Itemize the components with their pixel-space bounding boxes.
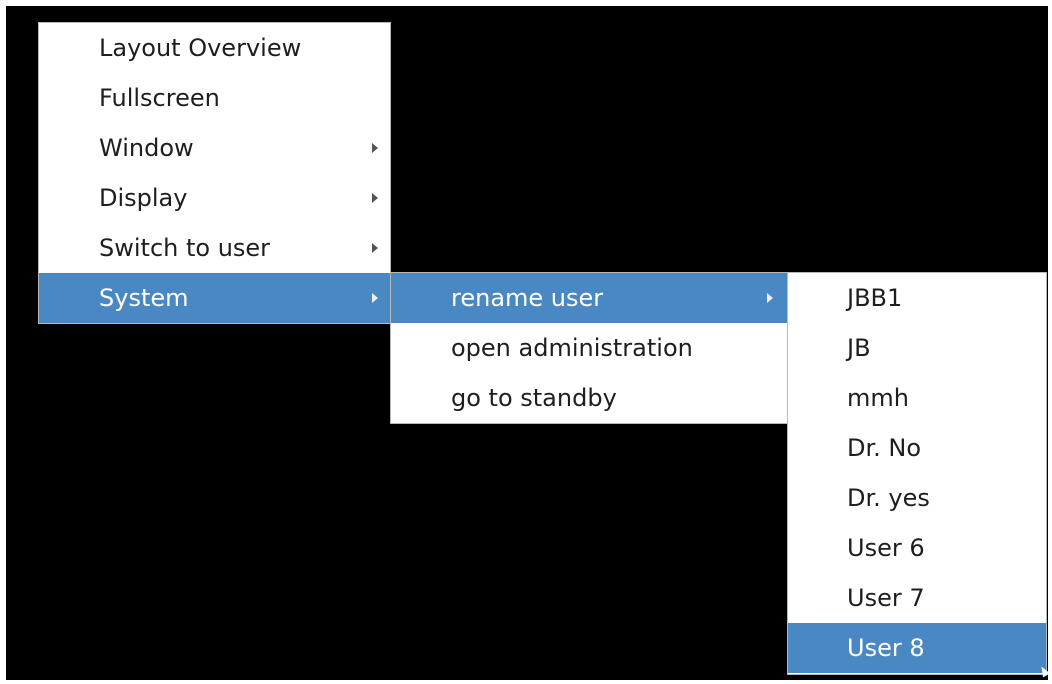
menu-item-label: User 8 [847,634,925,662]
menu-item-user[interactable]: Dr. No [788,423,1046,473]
menu-item-label: Dr. yes [847,484,930,512]
mouse-cursor-icon [1038,664,1048,678]
menu-item-user[interactable]: User 7 [788,573,1046,623]
context-menu-main: Layout Overview Fullscreen Window Displa… [38,22,391,324]
chevron-right-icon [372,143,378,153]
menu-item-user[interactable]: User 6 [788,523,1046,573]
menu-item-label: mmh [847,384,909,412]
menu-item-label: System [99,284,189,312]
menu-item-user[interactable]: JB [788,323,1046,373]
submenu-rename-user: JBB1 JB mmh Dr. No Dr. yes User 6 User 7… [787,272,1047,675]
menu-item-user[interactable]: mmh [788,373,1046,423]
menu-item-user[interactable]: JBB1 [788,273,1046,323]
chevron-right-icon [372,243,378,253]
menu-item-label: open administration [451,334,693,362]
menu-item-window[interactable]: Window [39,123,390,173]
chevron-right-icon [767,293,773,303]
menu-item-label: Display [99,184,188,212]
menu-item-label: User 7 [847,584,925,612]
submenu-system: rename user open administration go to st… [390,272,790,424]
menu-item-open-administration[interactable]: open administration [391,323,789,373]
menu-item-label: Window [99,134,194,162]
menu-item-rename-user[interactable]: rename user [391,273,789,323]
menu-item-label: JBB1 [847,284,903,312]
menu-item-fullscreen[interactable]: Fullscreen [39,73,390,123]
menu-item-label: go to standby [451,384,617,412]
menu-item-layout-overview[interactable]: Layout Overview [39,23,390,73]
menu-item-user-selected[interactable]: User 8 [788,623,1046,673]
menu-item-label: Fullscreen [99,84,220,112]
menu-item-label: Dr. No [847,434,922,462]
chevron-right-icon [372,293,378,303]
menu-item-system[interactable]: System [39,273,390,323]
chevron-right-icon [372,193,378,203]
menu-item-display[interactable]: Display [39,173,390,223]
menu-item-label: rename user [451,284,604,312]
desktop-background: Layout Overview Fullscreen Window Displa… [6,6,1048,680]
menu-item-switch-to-user[interactable]: Switch to user [39,223,390,273]
menu-item-label: Layout Overview [99,34,302,62]
menu-item-go-to-standby[interactable]: go to standby [391,373,789,423]
menu-item-label: Switch to user [99,234,271,262]
menu-item-label: JB [847,334,871,362]
menu-item-label: User 6 [847,534,925,562]
menu-item-user[interactable]: Dr. yes [788,473,1046,523]
